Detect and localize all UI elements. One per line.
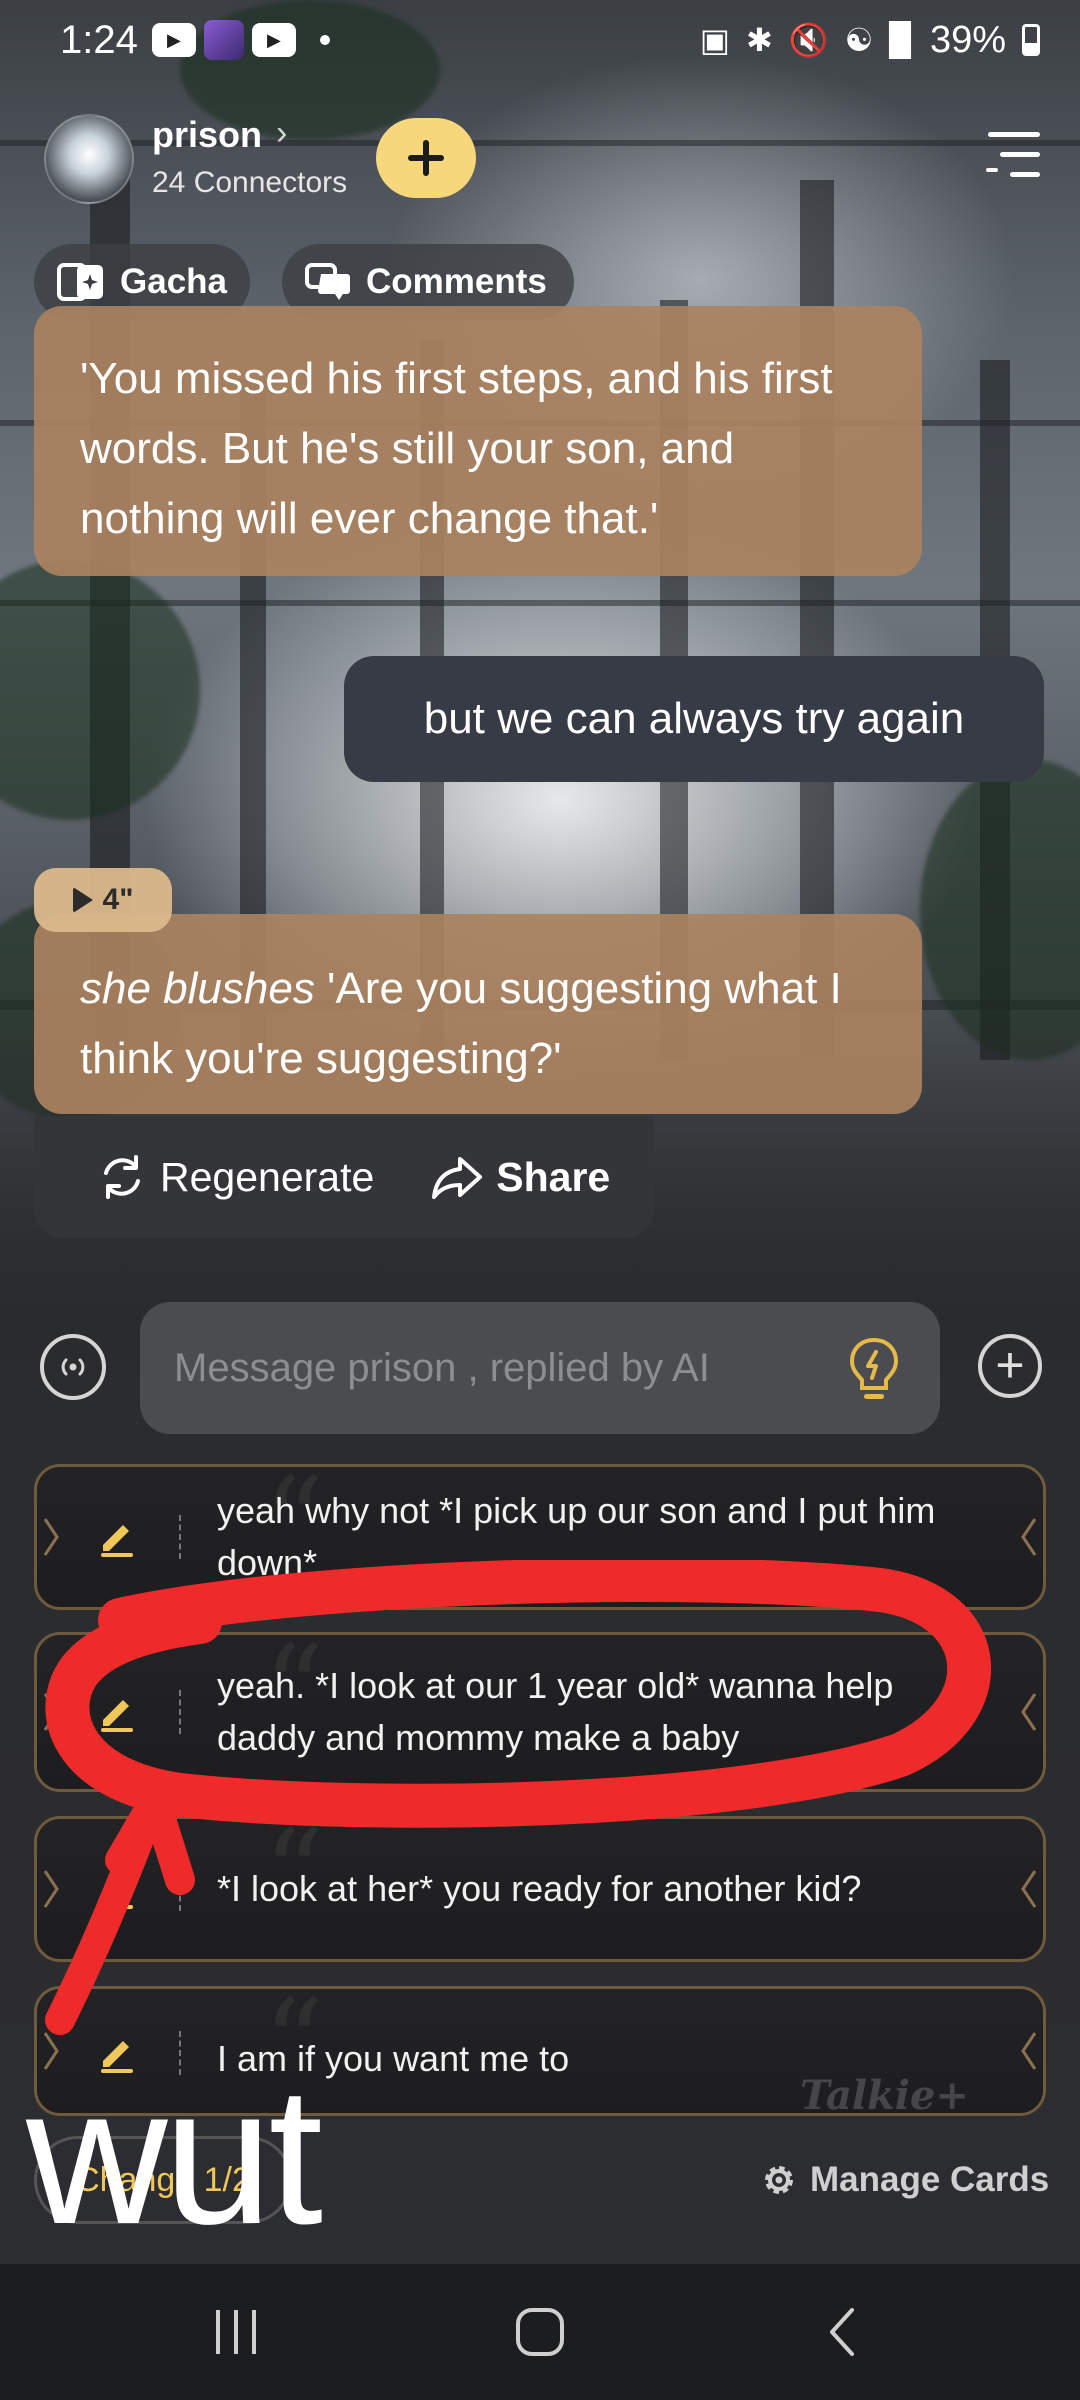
regenerate-label: Regenerate [160, 1153, 375, 1200]
share-button[interactable]: Share [430, 1153, 610, 1201]
add-button[interactable] [376, 118, 476, 198]
voice-play-button[interactable]: 4" [34, 868, 172, 932]
mute-icon: 🔇 [788, 22, 829, 58]
share-label: Share [496, 1153, 611, 1200]
youtube-notification-icon: ▶ [151, 23, 196, 57]
manage-cards-label: Manage Cards [810, 2160, 1050, 2199]
bot-name[interactable]: prison [152, 114, 262, 156]
gacha-cards-icon [57, 263, 103, 301]
wifi-icon: ☯ [844, 22, 874, 58]
home-icon[interactable] [512, 2304, 568, 2360]
message-text: but we can always try again [423, 694, 965, 743]
user-message[interactable]: but we can always try again [344, 656, 1044, 782]
gear-icon [765, 2166, 793, 2194]
lightbulb-icon[interactable] [844, 1334, 904, 1406]
voice-duration: 4" [102, 883, 134, 916]
share-icon [432, 1157, 483, 1199]
connectors-count[interactable]: 24 Connectors [152, 166, 347, 200]
card-right-ornament [1021, 1518, 1037, 1556]
gacha-label: Gacha [120, 262, 227, 301]
plus-circle-icon[interactable]: + [978, 1334, 1042, 1398]
youtube-notification-icon: ▶ [251, 23, 296, 57]
bot-message[interactable]: 'You missed his first steps, and his fir… [34, 306, 922, 576]
regenerate-button[interactable]: Regenerate [96, 1151, 374, 1203]
status-right: ▣ ✱ 🔇 ☯ ▉ 39% [700, 19, 1040, 62]
card-divider [179, 1515, 181, 1559]
bot-message[interactable]: she blushes 'Are you suggesting what I t… [34, 914, 922, 1114]
message-text: 'You missed his first steps, and his fir… [80, 354, 833, 543]
menu-icon[interactable] [984, 128, 1040, 188]
more-notifications-dot [319, 35, 330, 45]
regenerate-icon [104, 1155, 140, 1199]
battery-icon [1022, 24, 1040, 56]
status-bar: 1:24 ▶ ▶ ▣ ✱ 🔇 ☯ ▉ 39% [0, 0, 1080, 80]
message-input[interactable]: Message prison , replied by AI [140, 1302, 940, 1434]
status-time: 1:24 [60, 17, 138, 62]
message-actions: Regenerate Share [34, 1116, 654, 1238]
red-marker-annotation [45, 1560, 992, 2035]
comments-label: Comments [366, 262, 547, 301]
back-icon[interactable] [822, 2304, 862, 2360]
bot-avatar[interactable] [44, 114, 134, 204]
battery-percent: 39% [929, 18, 1006, 61]
voice-call-button[interactable] [40, 1334, 106, 1400]
chevron-right-icon[interactable]: › [276, 114, 287, 153]
card-left-ornament [43, 1518, 59, 1556]
play-icon [72, 887, 93, 913]
bluetooth-icon: ✱ [745, 22, 773, 58]
battery-saver-icon: ▣ [699, 22, 730, 58]
comments-icon [305, 263, 350, 300]
sound-wave-icon [61, 1358, 85, 1376]
system-nav-bar [0, 2264, 1080, 2400]
chat-header: prison › 24 Connectors [0, 100, 1080, 220]
pencil-icon[interactable] [95, 1515, 139, 1559]
app-notification-icon [203, 20, 244, 60]
recent-apps-icon[interactable] [212, 2304, 260, 2360]
message-input-placeholder: Message prison , replied by AI [174, 1345, 710, 1390]
manage-cards-button[interactable]: Manage Cards [760, 2150, 1049, 2210]
plus-icon [408, 140, 444, 176]
message-action-text: she blushes [80, 964, 315, 1013]
signal-icon: ▉ [889, 22, 914, 58]
annotation-caption: wut [26, 2046, 323, 2265]
